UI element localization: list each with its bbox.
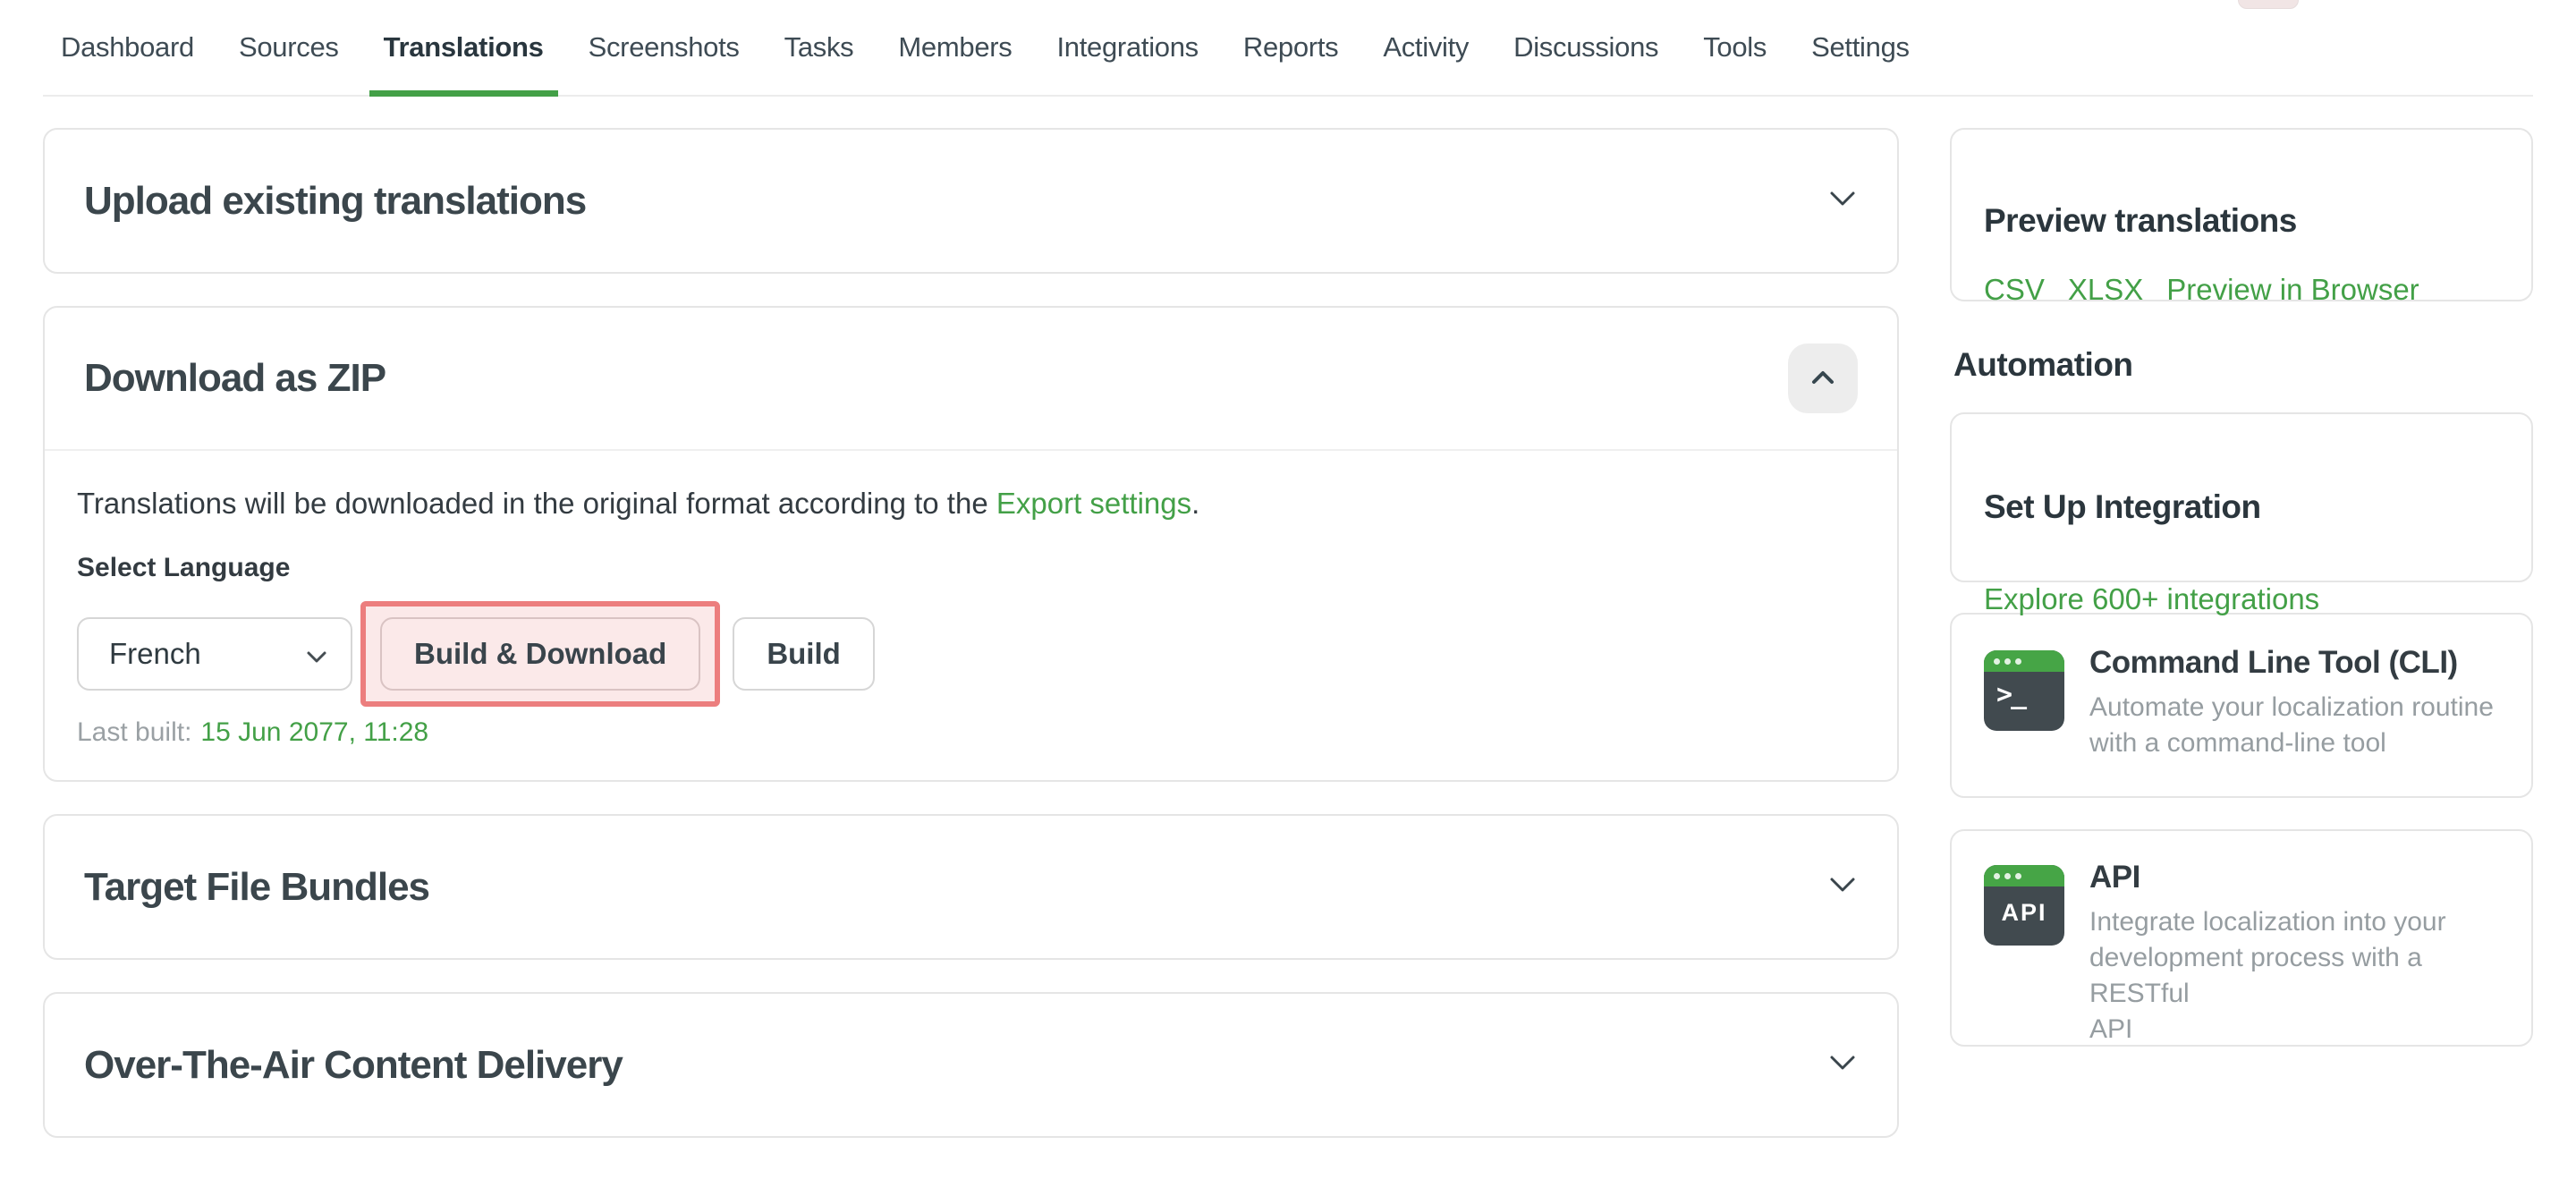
build-and-download-button[interactable]: Build & Download (380, 617, 700, 691)
ota-content-delivery-card[interactable]: Over-The-Air Content Delivery (43, 992, 1899, 1138)
cli-description-line: Automate your localization routine (2089, 690, 2494, 725)
nav-item-reports[interactable]: Reports (1243, 0, 1338, 95)
nav-item-tasks[interactable]: Tasks (784, 0, 854, 95)
preview-translations-card: Preview translations CSV XLSX Preview in… (1950, 128, 2533, 301)
window-dot-icon (2004, 873, 2011, 879)
api-promo-card[interactable]: API API Integrate localization into your… (1950, 829, 2533, 1047)
nav-item-dashboard[interactable]: Dashboard (61, 0, 194, 95)
main-content: Upload existing translations Download as… (43, 128, 1899, 1170)
preview-in-browser-link[interactable]: Preview in Browser (2166, 273, 2419, 307)
set-up-integration-card: Set Up Integration Explore 600+ integrat… (1950, 412, 2533, 582)
window-dot-icon (2015, 873, 2021, 879)
terminal-icon: >_ (1984, 650, 2064, 731)
cli-promo-text: Command Line Tool (CLI) Automate your lo… (2089, 645, 2494, 761)
cli-promo-card[interactable]: >_ Command Line Tool (CLI) Automate your… (1950, 613, 2533, 798)
window-dot-icon (1994, 873, 2000, 879)
api-description-line: development process with a RESTful (2089, 940, 2499, 1012)
preview-links-row: CSV XLSX Preview in Browser (1984, 273, 2499, 307)
nav-item-integrations[interactable]: Integrations (1056, 0, 1198, 95)
last-built-value: 15 Jun 2077, 11:28 (200, 717, 428, 747)
chevron-down-icon[interactable] (1827, 1053, 1858, 1077)
api-promo-text: API Integrate localization into your dev… (2089, 860, 2499, 1048)
description-period: . (1191, 487, 1199, 520)
set-up-integration-title: Set Up Integration (1984, 488, 2499, 526)
window-dot-icon (2015, 658, 2021, 665)
nav-item-members[interactable]: Members (898, 0, 1012, 95)
ota-content-delivery-title: Over-The-Air Content Delivery (84, 1043, 623, 1088)
language-select-value: French (109, 637, 201, 671)
chevron-down-icon[interactable] (1827, 875, 1858, 899)
download-zip-card: Download as ZIP Translations will be dow… (43, 306, 1899, 782)
nav-item-screenshots[interactable]: Screenshots (589, 0, 740, 95)
description-text: Translations will be downloaded in the o… (77, 487, 996, 520)
collapse-section-button[interactable] (1788, 344, 1858, 413)
cli-title: Command Line Tool (CLI) (2089, 645, 2494, 681)
nav-item-translations[interactable]: Translations (384, 0, 544, 95)
highlight-annotation-box: Build & Download (360, 601, 720, 707)
build-button[interactable]: Build (733, 617, 874, 691)
download-description: Translations will be downloaded in the o… (77, 485, 1861, 522)
select-language-label: Select Language (77, 553, 1861, 583)
build-controls-row: French Build & Download Build (77, 601, 1861, 707)
preview-translations-title: Preview translations (1984, 202, 2499, 240)
download-zip-body: Translations will be downloaded in the o… (45, 485, 1897, 780)
target-file-bundles-title: Target File Bundles (84, 865, 429, 910)
api-icon-label: API (1984, 899, 2064, 927)
csv-link[interactable]: CSV (1984, 273, 2045, 307)
download-zip-header[interactable]: Download as ZIP (45, 308, 1897, 451)
xlsx-link[interactable]: XLSX (2068, 273, 2143, 307)
last-built-status: Last built: 15 Jun 2077, 11:28 (77, 717, 1861, 748)
chevron-down-icon[interactable] (1827, 189, 1858, 213)
api-description-line: Integrate localization into your (2089, 904, 2499, 940)
target-file-bundles-card[interactable]: Target File Bundles (43, 814, 1899, 960)
export-settings-link[interactable]: Export settings (996, 487, 1191, 520)
terminal-prompt-glyph: >_ (1996, 679, 2064, 710)
chevron-up-icon (1809, 369, 1836, 389)
nav-item-settings[interactable]: Settings (1811, 0, 1910, 95)
nav-item-tools[interactable]: Tools (1703, 0, 1767, 95)
nav-item-sources[interactable]: Sources (239, 0, 339, 95)
api-title: API (2089, 860, 2499, 895)
upload-card-title: Upload existing translations (84, 179, 586, 224)
nav-item-discussions[interactable]: Discussions (1513, 0, 1658, 95)
right-sidebar: Preview translations CSV XLSX Preview in… (1950, 128, 2533, 1047)
cli-description-line: with a command-line tool (2089, 725, 2494, 761)
api-description: Integrate localization into your develop… (2089, 904, 2499, 1048)
api-description-line: API (2089, 1012, 2499, 1048)
explore-integrations-link[interactable]: Explore 600+ integrations (1984, 582, 2319, 616)
chevron-down-icon (306, 637, 327, 671)
window-dot-icon (1994, 658, 2000, 665)
language-select[interactable]: French (77, 617, 352, 691)
top-nav: Dashboard Sources Translations Screensho… (43, 0, 2533, 97)
api-icon-titlebar (1984, 865, 2064, 886)
download-zip-title: Download as ZIP (84, 356, 386, 401)
upload-translations-card[interactable]: Upload existing translations (43, 128, 1899, 274)
last-built-label: Last built: (77, 717, 191, 747)
nav-item-activity[interactable]: Activity (1383, 0, 1469, 95)
window-dot-icon (2004, 658, 2011, 665)
terminal-icon-titlebar (1984, 650, 2064, 672)
automation-heading: Automation (1953, 346, 2533, 384)
api-window-icon: API (1984, 865, 2064, 946)
cli-description: Automate your localization routine with … (2089, 690, 2494, 761)
